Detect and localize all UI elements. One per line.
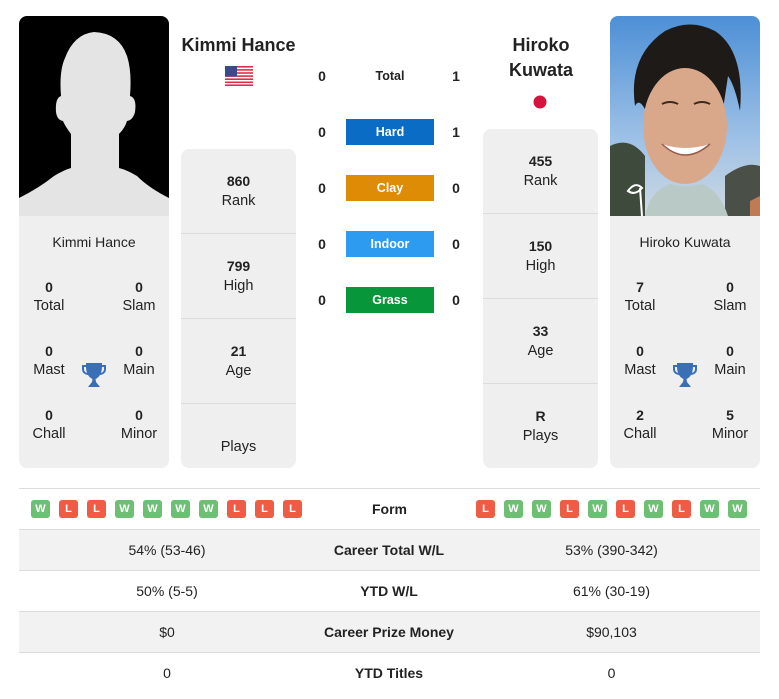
h2h-clay-row: 0 Clay 0: [310, 174, 470, 202]
player2-titles-slam: 0 Slam: [713, 279, 747, 314]
form-loss-badge: L: [476, 500, 495, 518]
player1-card-name: Kimmi Hance: [52, 234, 136, 250]
surface-clay-badge[interactable]: Clay: [346, 175, 434, 201]
h2h-indoor-p2: 0: [452, 236, 460, 252]
player2-first-name: Hiroko: [512, 35, 570, 55]
form-win-badge: W: [532, 500, 551, 518]
form-loss-badge: L: [87, 500, 106, 518]
h2h-total-p2: 1: [452, 68, 460, 84]
player2-high: 150 High: [483, 214, 598, 299]
h2h-hard-p2: 1: [452, 124, 460, 140]
form-win-badge: W: [504, 500, 523, 518]
player2-age: 33 Age: [483, 299, 598, 384]
player2-titles-chall: 2 Chall: [623, 407, 657, 442]
player2-titles-main: 0 Main: [714, 343, 746, 378]
player2-last-name: Kuwata: [508, 60, 573, 80]
player2-titles-minor: 5 Minor: [711, 407, 749, 442]
player1-photo-placeholder: [19, 16, 169, 216]
player1-ytd-wl: 50% (5-5): [136, 583, 198, 599]
player2-photo: [610, 16, 760, 216]
h2h-hard-row: 0 Hard 1: [310, 118, 470, 146]
player1-titles-chall: 0 Chall: [32, 407, 66, 442]
player2-titles-total: 7 Total: [624, 279, 656, 314]
player1-titles-slam: 0 Slam: [122, 279, 156, 314]
h2h-hard-p1: 0: [318, 124, 326, 140]
form-win-badge: W: [115, 500, 134, 518]
form-win-badge: W: [588, 500, 607, 518]
table-row: 50% (5-5) YTD W/L 61% (30-19): [19, 570, 760, 611]
form-win-badge: W: [644, 500, 663, 518]
player1-titles: 0 Total 0 Slam 0 Mast 0 Main 0 Chall 0 M…: [19, 254, 169, 468]
form-win-badge: W: [31, 500, 50, 518]
h2h-indoor-p1: 0: [318, 236, 326, 252]
surface-grass-badge[interactable]: Grass: [346, 287, 434, 313]
player1-titles-minor: 0 Minor: [120, 407, 158, 442]
player1-prize-money: $0: [159, 624, 175, 640]
h2h-total-label: Total: [375, 69, 405, 83]
player2-rank: 455 Rank: [483, 129, 598, 214]
row-label: Career Total W/L: [333, 542, 445, 558]
player1-titles-mast: 0 Mast: [33, 343, 65, 378]
form-win-badge: W: [199, 500, 218, 518]
player2-name[interactable]: Hiroko Kuwata: [481, 33, 601, 83]
form-loss-badge: L: [672, 500, 691, 518]
trophy-icon: [82, 363, 106, 387]
surface-hard-badge[interactable]: Hard: [346, 119, 434, 145]
player1-rank: 860 Rank: [181, 149, 296, 234]
form-loss-badge: L: [283, 500, 302, 518]
trophy-icon: [673, 363, 697, 387]
player2-career-wl: 53% (390-342): [565, 542, 658, 558]
japan-flag-icon: [533, 95, 547, 109]
table-row: 0 YTD Titles 0: [19, 652, 760, 693]
player2-titles-mast: 0 Mast: [624, 343, 656, 378]
form-loss-badge: L: [560, 500, 579, 518]
player1-stats: 860 Rank 799 High 21 Age Plays: [181, 149, 296, 468]
row-label: YTD Titles: [354, 665, 424, 681]
table-row: $0 Career Prize Money $90,103: [19, 611, 760, 652]
player2-ytd-wl: 61% (30-19): [572, 583, 651, 599]
form-win-badge: W: [728, 500, 747, 518]
h2h-clay-p2: 0: [452, 180, 460, 196]
usa-flag-icon: [225, 66, 253, 86]
surface-indoor-badge[interactable]: Indoor: [346, 231, 434, 257]
h2h-total-row: 0 Total 1: [310, 62, 470, 90]
form-win-badge: W: [143, 500, 162, 518]
form-win-badge: W: [171, 500, 190, 518]
h2h-indoor-row: 0 Indoor 0: [310, 230, 470, 258]
form-label: Form: [372, 501, 407, 517]
player2-titles: 7 Total 0 Slam 0 Mast 0 Main 2 Chall 5 M…: [610, 254, 760, 468]
player2-prize-money: $90,103: [586, 624, 637, 640]
player1-age: 21 Age: [181, 319, 296, 404]
form-loss-badge: L: [616, 500, 635, 518]
player1-ytd-titles: 0: [163, 665, 171, 681]
player1-titles-total: 0 Total: [33, 279, 65, 314]
h2h-grass-p1: 0: [318, 292, 326, 308]
player2-stats: 455 Rank 150 High 33 Age R Plays: [483, 129, 598, 468]
player1-titles-main: 0 Main: [123, 343, 155, 378]
player2-plays: R Plays: [522, 408, 559, 444]
player1-card: Kimmi Hance 0 Total 0 Slam 0 Mast 0 Main…: [19, 16, 169, 468]
form-win-badge: W: [700, 500, 719, 518]
player2-card-name: Hiroko Kuwata: [639, 234, 731, 250]
h2h-grass-p2: 0: [452, 292, 460, 308]
row-label: Career Prize Money: [324, 624, 454, 640]
h2h-total-p1: 0: [318, 68, 326, 84]
form-loss-badge: L: [255, 500, 274, 518]
player1-career-wl: 54% (53-46): [128, 542, 206, 558]
player1-plays: Plays: [220, 438, 257, 455]
player2-ytd-titles: 0: [607, 665, 616, 681]
form-row: WLLWWWWLLL Form LWWLWLWLWW: [19, 489, 760, 529]
table-row: 54% (53-46) Career Total W/L 53% (390-34…: [19, 529, 760, 570]
player2-card: Hiroko Kuwata 7 Total 0 Slam 0 Mast 0 Ma…: [610, 16, 760, 468]
h2h-clay-p1: 0: [318, 180, 326, 196]
form-loss-badge: L: [59, 500, 78, 518]
form-loss-badge: L: [227, 500, 246, 518]
h2h-grass-row: 0 Grass 0: [310, 286, 470, 314]
row-label: YTD W/L: [360, 583, 418, 599]
player1-high: 799 High: [181, 234, 296, 319]
player1-name[interactable]: Kimmi Hance: [178, 33, 299, 58]
